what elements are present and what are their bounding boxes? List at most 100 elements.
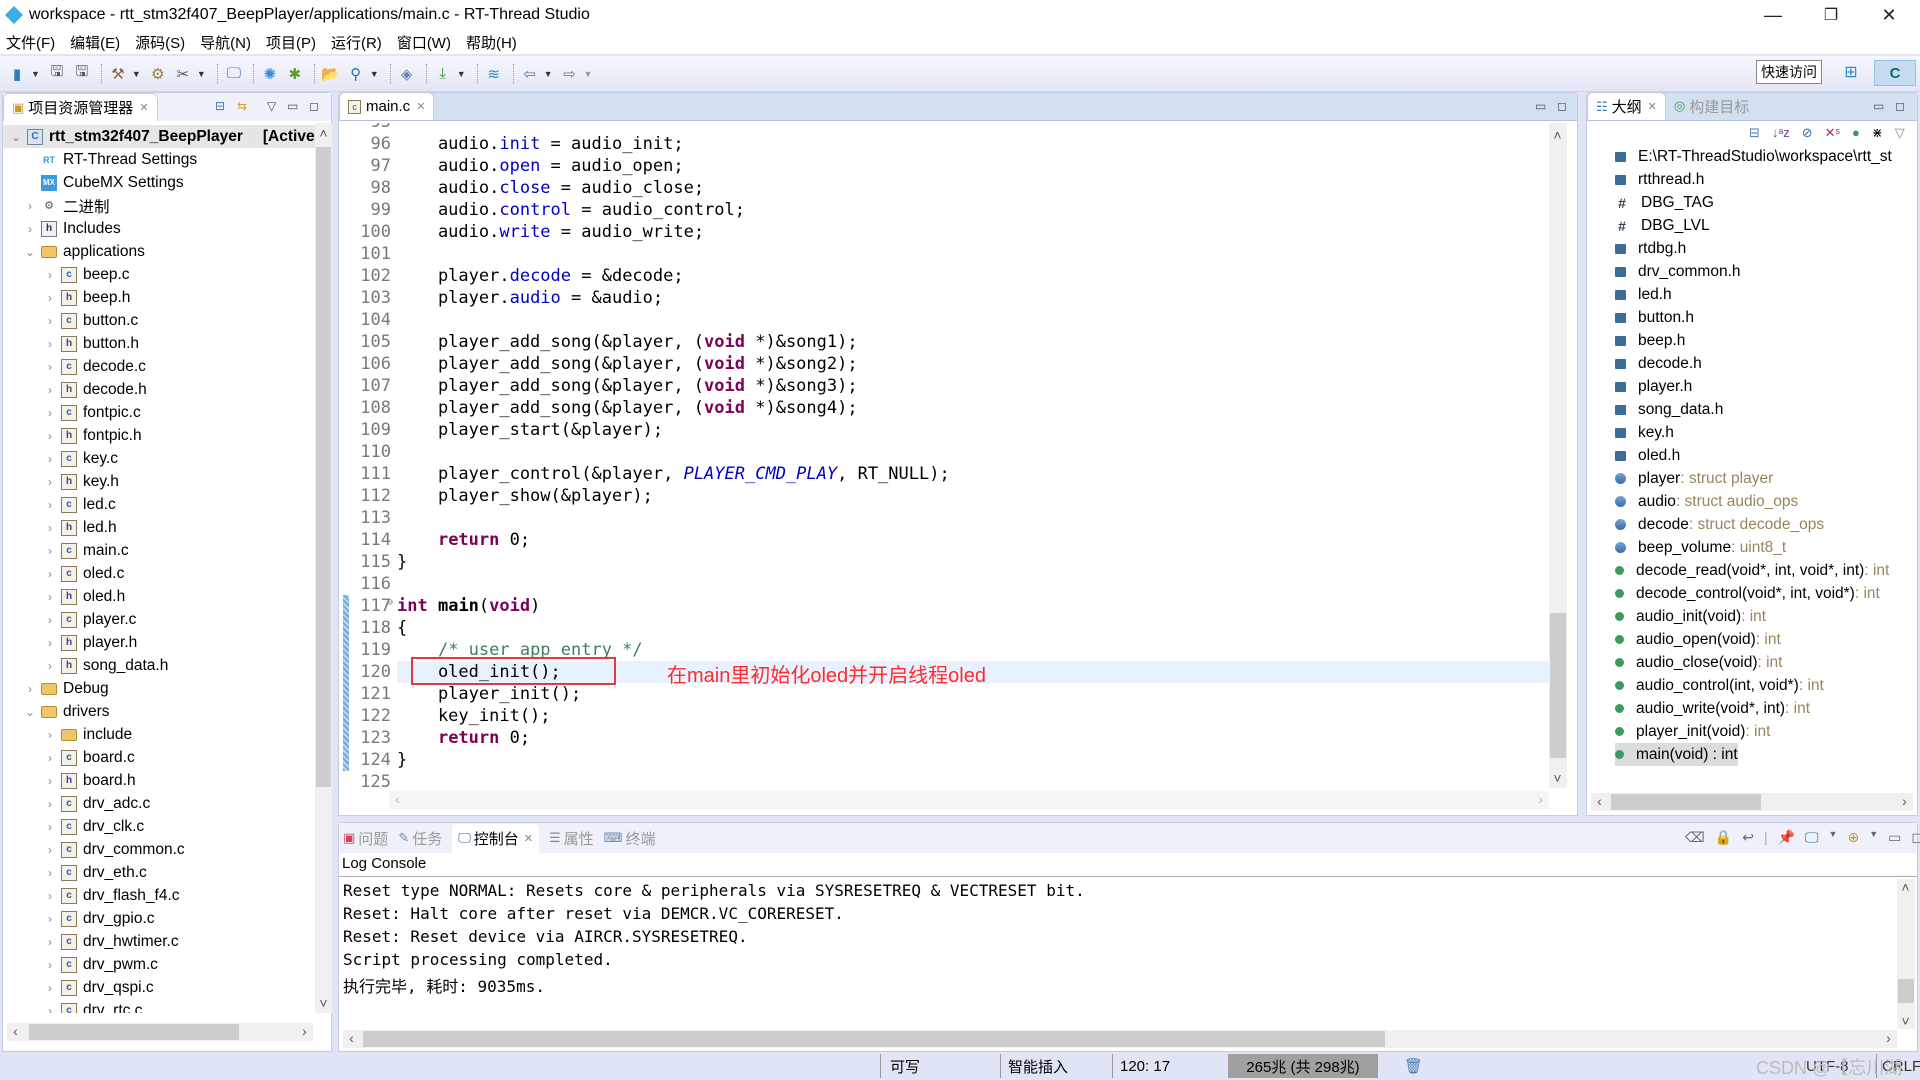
- chevron-right-icon[interactable]: ›: [23, 682, 37, 696]
- tree-item[interactable]: › c drv_hwtimer.c: [43, 930, 179, 953]
- code-line[interactable]: player_control(&player, PLAYER_CMD_PLAY,…: [397, 463, 950, 485]
- outline-item[interactable]: decode_control(void*, int, void*) : int: [1615, 582, 1880, 605]
- collapse-all-icon[interactable]: ⊟: [215, 99, 225, 113]
- scroll-left-icon[interactable]: ‹: [7, 1023, 24, 1039]
- chevron-right-icon[interactable]: ›: [43, 567, 57, 581]
- console-horizontal-scrollbar[interactable]: ‹ ›: [343, 1030, 1897, 1048]
- code-line[interactable]: player_add_song(&player, (void *)&song4)…: [397, 397, 858, 419]
- outline-item[interactable]: main(void) : int: [1615, 743, 1738, 766]
- chevron-right-icon[interactable]: ›: [23, 199, 37, 213]
- scroll-right-icon[interactable]: ›: [1532, 791, 1549, 807]
- display-console-dropdown-icon[interactable]: ▼: [1829, 829, 1838, 846]
- code-line[interactable]: player_start(&player);: [397, 419, 663, 441]
- chevron-down-icon[interactable]: ⌄: [23, 245, 37, 259]
- tree-item[interactable]: › Debug: [23, 677, 109, 700]
- tree-item[interactable]: › c drv_adc.c: [43, 792, 150, 815]
- code-line[interactable]: player_add_song(&player, (void *)&song3)…: [397, 375, 858, 397]
- back-dropdown-icon[interactable]: ▼: [544, 69, 553, 79]
- code-line[interactable]: audio.write = audio_write;: [397, 221, 704, 243]
- code-line[interactable]: key_init();: [397, 705, 551, 727]
- build-dropdown-icon[interactable]: ▼: [132, 69, 141, 79]
- download-dropdown-icon[interactable]: ▼: [457, 69, 466, 79]
- chevron-right-icon[interactable]: ›: [43, 590, 57, 604]
- chevron-right-icon[interactable]: ›: [43, 981, 57, 995]
- group-includes-icon[interactable]: ⋇: [1872, 125, 1883, 141]
- chevron-right-icon[interactable]: ›: [43, 406, 57, 420]
- chevron-right-icon[interactable]: ›: [43, 521, 57, 535]
- chevron-right-icon[interactable]: ›: [43, 268, 57, 282]
- fold-icon[interactable]: ⊖: [387, 597, 393, 608]
- outline-item[interactable]: oled.h: [1615, 444, 1680, 467]
- chevron-right-icon[interactable]: ›: [43, 935, 57, 949]
- layers-icon[interactable]: ≋: [483, 63, 505, 85]
- code-line[interactable]: player_show(&player);: [397, 485, 653, 507]
- outline-item[interactable]: beep.h: [1615, 329, 1685, 352]
- minimize-view-icon[interactable]: ▭: [1535, 99, 1546, 113]
- scroll-lock-icon[interactable]: 🔒: [1715, 829, 1732, 846]
- tab-project-explorer[interactable]: ▣ 项目资源管理器 ✕: [3, 93, 158, 121]
- code-line[interactable]: audio.control = audio_control;: [397, 199, 745, 221]
- tree-item[interactable]: › h key.h: [43, 470, 119, 493]
- tab-tasks[interactable]: ✎ 任务: [398, 828, 442, 849]
- scroll-down-icon[interactable]: ˅: [1897, 1013, 1914, 1029]
- forward-dropdown-icon[interactable]: ▼: [584, 69, 593, 79]
- scroll-left-icon[interactable]: ‹: [1591, 793, 1608, 809]
- menu-help[interactable]: 帮助(H): [466, 32, 517, 53]
- tree-item[interactable]: › h button.h: [43, 332, 139, 355]
- hide-nonpublic-icon[interactable]: ●: [1852, 125, 1860, 141]
- display-console-icon[interactable]: 🖵: [1805, 829, 1819, 846]
- menu-edit[interactable]: 编辑(E): [70, 32, 120, 53]
- menu-source[interactable]: 源码(S): [135, 32, 185, 53]
- code-line[interactable]: player_add_song(&player, (void *)&song1)…: [397, 331, 858, 353]
- scrollbar-thumb[interactable]: [1550, 613, 1566, 758]
- view-menu-icon[interactable]: ▽: [267, 99, 276, 113]
- chevron-right-icon[interactable]: ›: [43, 820, 57, 834]
- tab-problems[interactable]: ▣ 问题: [343, 828, 388, 849]
- chevron-right-icon[interactable]: ›: [43, 728, 57, 742]
- chevron-right-icon[interactable]: ›: [43, 1004, 57, 1014]
- sdk-manager-icon[interactable]: ◈: [396, 63, 418, 85]
- outline-item[interactable]: player_init(void) : int: [1615, 720, 1770, 743]
- code-line[interactable]: player_init();: [397, 683, 581, 705]
- close-tab-icon[interactable]: ✕: [1648, 100, 1657, 113]
- tree-item[interactable]: › c oled.c: [43, 562, 124, 585]
- tree-item[interactable]: › c drv_gpio.c: [43, 907, 155, 930]
- chevron-right-icon[interactable]: ›: [43, 751, 57, 765]
- tree-project-root[interactable]: ⌄ C rtt_stm32f407_BeepPlayer [Active: [3, 125, 315, 148]
- menu-window[interactable]: 窗口(W): [397, 32, 451, 53]
- code-line[interactable]: player.audio = &audio;: [397, 287, 663, 309]
- download-icon[interactable]: ⤓: [432, 63, 454, 85]
- view-menu-icon[interactable]: ▽: [1895, 125, 1905, 141]
- search-dropdown-icon[interactable]: ▼: [370, 69, 379, 79]
- chevron-right-icon[interactable]: ›: [43, 613, 57, 627]
- chevron-right-icon[interactable]: ›: [43, 889, 57, 903]
- scroll-right-icon[interactable]: ›: [296, 1023, 313, 1039]
- tab-properties[interactable]: ☰ 属性: [549, 828, 594, 849]
- minimize-view-icon[interactable]: ▭: [1873, 99, 1884, 113]
- tree-item[interactable]: › c drv_clk.c: [43, 815, 144, 838]
- outline-item[interactable]: decode_read(void*, int, void*, int) : in…: [1615, 559, 1889, 582]
- settings-icon[interactable]: ✺: [259, 63, 281, 85]
- new-icon[interactable]: ▮: [6, 63, 28, 85]
- outline-item[interactable]: decode : struct decode_ops: [1615, 513, 1824, 536]
- outline-horizontal-scrollbar[interactable]: ‹ ›: [1591, 793, 1913, 811]
- tree-item[interactable]: ⌄ applications: [23, 240, 145, 263]
- outline-item[interactable]: audio_close(void) : int: [1615, 651, 1782, 674]
- open-perspective-icon[interactable]: ⊞: [1838, 60, 1864, 84]
- chevron-right-icon[interactable]: ›: [43, 659, 57, 673]
- outline-item[interactable]: audio_init(void) : int: [1615, 605, 1766, 628]
- chevron-right-icon[interactable]: ›: [43, 866, 57, 880]
- close-tab-icon[interactable]: ✕: [416, 100, 425, 113]
- chevron-right-icon[interactable]: ›: [43, 774, 57, 788]
- link-editor-icon[interactable]: ⇆: [237, 99, 247, 113]
- minimize-view-icon[interactable]: ▭: [287, 99, 298, 113]
- chevron-right-icon[interactable]: ›: [43, 958, 57, 972]
- tab-outline[interactable]: ☷ 大纲 ✕: [1587, 92, 1666, 120]
- outline-item[interactable]: audio_open(void) : int: [1615, 628, 1781, 651]
- open-console-dropdown-icon[interactable]: ▼: [1869, 829, 1878, 846]
- build-icon[interactable]: ⚒: [107, 63, 129, 85]
- close-tab-icon[interactable]: ✕: [524, 832, 533, 845]
- clear-console-icon[interactable]: ⌫: [1685, 829, 1705, 846]
- save-all-icon[interactable]: 🖫: [71, 63, 93, 85]
- menu-project[interactable]: 项目(P): [266, 32, 316, 53]
